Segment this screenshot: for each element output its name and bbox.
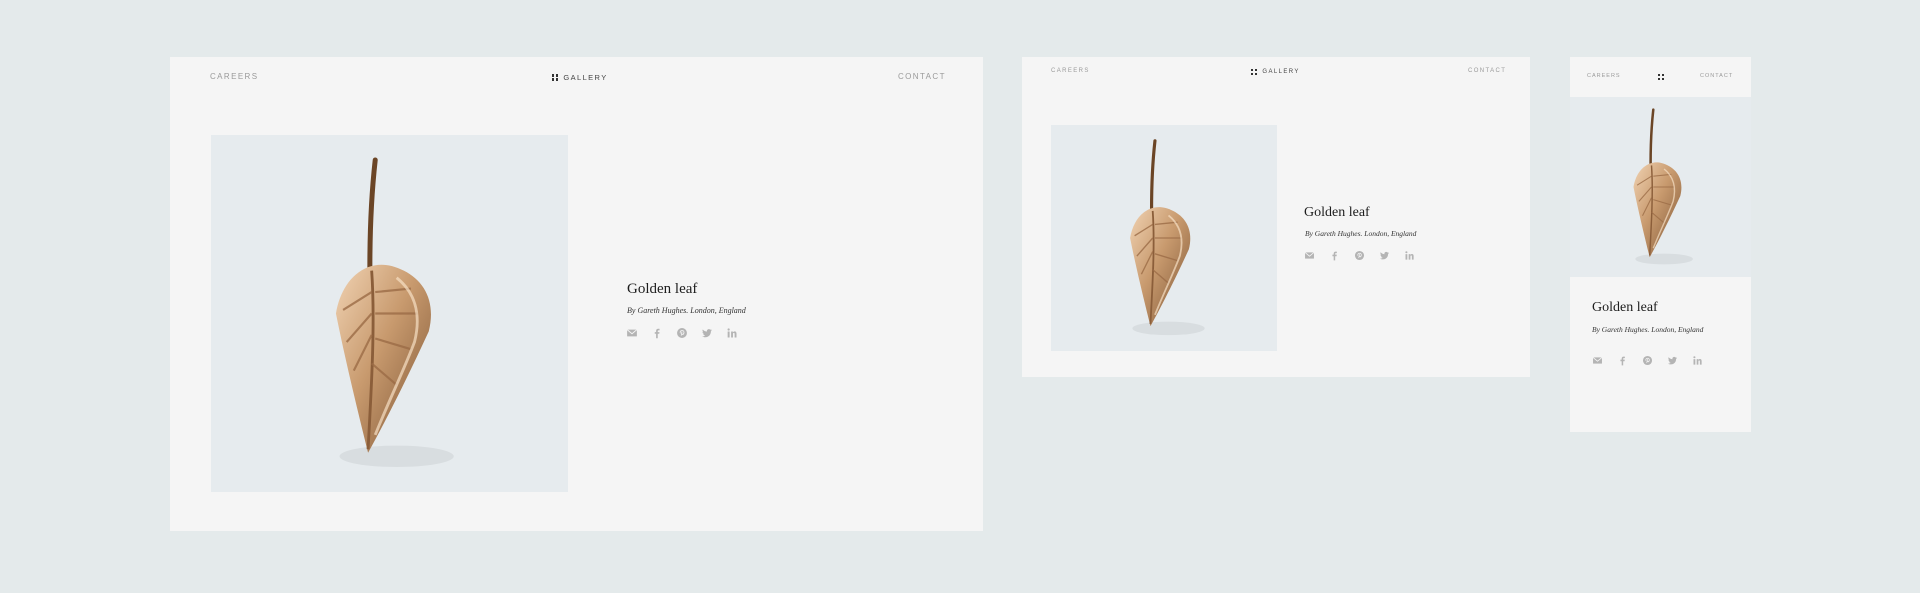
linkedin-icon[interactable] bbox=[1692, 355, 1703, 366]
nav-careers-link[interactable]: CAREERS bbox=[1051, 68, 1090, 74]
social-links bbox=[1592, 355, 1703, 366]
mail-icon[interactable] bbox=[1304, 250, 1315, 261]
social-links bbox=[1304, 250, 1415, 261]
facebook-icon[interactable] bbox=[1617, 355, 1628, 366]
tablet-frame: CAREERS GALLERY CONTACT Golden leaf By G… bbox=[1022, 57, 1530, 377]
artwork-byline: By Gareth Hughes. London, England bbox=[627, 306, 746, 315]
facebook-icon[interactable] bbox=[1329, 250, 1340, 261]
nav-careers-link[interactable]: CAREERS bbox=[1587, 73, 1621, 79]
nav-gallery-brand[interactable] bbox=[1658, 74, 1665, 81]
artwork-title: Golden leaf bbox=[1592, 300, 1658, 315]
mail-icon[interactable] bbox=[1592, 355, 1603, 366]
social-links bbox=[626, 327, 738, 339]
grid-icon bbox=[1658, 74, 1665, 81]
linkedin-icon[interactable] bbox=[726, 327, 738, 339]
pinterest-icon[interactable] bbox=[1642, 355, 1653, 366]
linkedin-icon[interactable] bbox=[1404, 250, 1415, 261]
artwork-title: Golden leaf bbox=[1304, 205, 1370, 220]
twitter-icon[interactable] bbox=[701, 327, 713, 339]
nav-contact-link[interactable]: CONTACT bbox=[1468, 68, 1506, 74]
grid-icon bbox=[1251, 69, 1258, 76]
artwork-image[interactable] bbox=[211, 135, 568, 492]
artwork-title: Golden leaf bbox=[627, 281, 698, 297]
artwork-image[interactable] bbox=[1570, 97, 1751, 277]
artwork-image[interactable] bbox=[1051, 125, 1277, 351]
twitter-icon[interactable] bbox=[1379, 250, 1390, 261]
grid-icon bbox=[552, 74, 559, 81]
gallery-label: GALLERY bbox=[1262, 69, 1300, 76]
pinterest-icon[interactable] bbox=[1354, 250, 1365, 261]
golden-leaf-image bbox=[1570, 97, 1751, 277]
artwork-byline: By Gareth Hughes. London, England bbox=[1592, 325, 1704, 334]
nav-contact-link[interactable]: CONTACT bbox=[1700, 73, 1733, 79]
nav-contact-link[interactable]: CONTACT bbox=[898, 72, 946, 81]
mobile-frame: CAREERS CONTACT Golden leaf By Gareth Hu… bbox=[1570, 57, 1751, 432]
twitter-icon[interactable] bbox=[1667, 355, 1678, 366]
golden-leaf-image bbox=[1051, 125, 1277, 351]
facebook-icon[interactable] bbox=[651, 327, 663, 339]
artwork-byline: By Gareth Hughes. London, England bbox=[1305, 229, 1417, 238]
nav-gallery-brand[interactable]: GALLERY bbox=[1251, 69, 1300, 76]
mail-icon[interactable] bbox=[626, 327, 638, 339]
desktop-frame: CAREERS GALLERY CONTACT Golden leaf By G… bbox=[170, 57, 983, 531]
golden-leaf-image bbox=[211, 135, 568, 492]
nav-gallery-brand[interactable]: GALLERY bbox=[552, 73, 608, 82]
pinterest-icon[interactable] bbox=[676, 327, 688, 339]
nav-careers-link[interactable]: CAREERS bbox=[210, 72, 258, 81]
gallery-label: GALLERY bbox=[563, 73, 608, 82]
